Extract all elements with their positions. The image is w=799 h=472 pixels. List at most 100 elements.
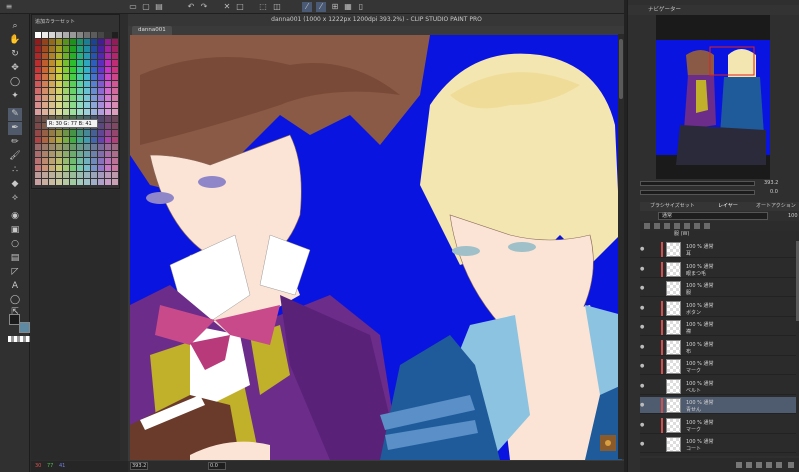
brush-tool-icon[interactable]: 🖌 (8, 150, 22, 163)
color-swatch[interactable] (56, 88, 62, 94)
color-swatch[interactable] (91, 60, 97, 66)
color-swatch[interactable] (56, 165, 62, 171)
erase-icon[interactable]: ✕ (222, 2, 232, 12)
color-swatch[interactable] (84, 60, 90, 66)
lasso-tool-icon[interactable]: ◯ (8, 76, 22, 89)
color-swatch[interactable] (56, 151, 62, 157)
eye-icon[interactable]: ● (640, 246, 646, 252)
color-swatch[interactable] (77, 137, 83, 143)
color-swatch[interactable] (56, 39, 62, 45)
hand-tool-icon[interactable]: ✋ (8, 34, 22, 47)
color-swatch[interactable] (105, 46, 111, 52)
color-swatch[interactable] (35, 109, 41, 115)
layer-row[interactable]: ● 100 % 通常服 (640, 280, 799, 297)
color-swatch[interactable] (63, 32, 69, 38)
color-swatch[interactable] (35, 123, 41, 129)
color-swatch[interactable] (70, 53, 76, 59)
color-swatch[interactable] (105, 130, 111, 136)
color-swatch[interactable] (42, 130, 48, 136)
color-swatch[interactable] (49, 109, 55, 115)
color-swatch[interactable] (91, 130, 97, 136)
color-swatch[interactable] (42, 179, 48, 185)
color-swatch[interactable] (105, 102, 111, 108)
color-swatch[interactable] (84, 81, 90, 87)
color-swatch[interactable] (42, 151, 48, 157)
color-swatch[interactable] (70, 46, 76, 52)
tab-document[interactable]: danna001 (132, 26, 172, 35)
color-swatch[interactable] (112, 144, 118, 150)
navigator-preview[interactable] (656, 15, 770, 179)
color-swatch[interactable] (112, 158, 118, 164)
color-swatch[interactable] (70, 172, 76, 178)
color-swatch[interactable] (56, 53, 62, 59)
color-swatch[interactable] (112, 88, 118, 94)
blend-tool-icon[interactable]: ⟡ (8, 192, 22, 205)
color-swatch[interactable] (91, 81, 97, 87)
color-swatch[interactable] (98, 151, 104, 157)
color-swatch[interactable] (56, 60, 62, 66)
color-swatch[interactable] (35, 165, 41, 171)
color-swatch[interactable] (35, 53, 41, 59)
color-swatch[interactable] (70, 130, 76, 136)
color-swatch[interactable] (56, 67, 62, 73)
color-swatch[interactable] (105, 67, 111, 73)
color-swatch[interactable] (77, 109, 83, 115)
zoom-slider[interactable] (640, 181, 755, 186)
color-swatch[interactable] (105, 179, 111, 185)
color-swatch[interactable] (84, 151, 90, 157)
layer-row[interactable]: ● 100 % 通常 ボタン (640, 300, 799, 317)
color-swatch[interactable] (35, 151, 41, 157)
color-swatch[interactable] (49, 130, 55, 136)
frame-tool-icon[interactable]: ▤ (8, 252, 22, 265)
color-swatch[interactable] (112, 46, 118, 52)
color-swatch[interactable] (70, 158, 76, 164)
color-swatch[interactable] (63, 95, 69, 101)
color-swatch[interactable] (49, 74, 55, 80)
color-swatch[interactable] (42, 60, 48, 66)
color-swatch[interactable] (63, 151, 69, 157)
color-swatch[interactable] (70, 179, 76, 185)
color-swatch[interactable] (98, 179, 104, 185)
color-swatch[interactable] (98, 67, 104, 73)
color-swatch[interactable] (35, 39, 41, 45)
opacity-value[interactable]: 100 (788, 211, 798, 221)
color-swatch[interactable] (84, 39, 90, 45)
clear-icon[interactable]: □ (235, 2, 245, 12)
color-swatch[interactable] (105, 116, 111, 122)
new-icon[interactable]: ▭ (128, 2, 138, 12)
color-swatch[interactable] (98, 116, 104, 122)
color-swatch[interactable] (35, 172, 41, 178)
color-swatch[interactable] (112, 172, 118, 178)
color-swatch[interactable] (49, 53, 55, 59)
color-swatch[interactable] (70, 95, 76, 101)
color-swatch[interactable] (56, 158, 62, 164)
color-swatch[interactable] (112, 109, 118, 115)
color-swatch[interactable] (70, 151, 76, 157)
color-swatch[interactable] (84, 165, 90, 171)
color-swatch[interactable] (84, 53, 90, 59)
color-swatch[interactable] (91, 158, 97, 164)
color-swatch[interactable] (70, 144, 76, 150)
eye-icon[interactable]: ● (640, 324, 646, 330)
tab-auto-action[interactable]: オートアクション (756, 202, 796, 211)
color-swatch[interactable] (105, 144, 111, 150)
color-swatch[interactable] (56, 32, 62, 38)
color-swatch[interactable] (77, 74, 83, 80)
undo-icon[interactable]: ↶ (186, 2, 196, 12)
layer-row[interactable]: ● 100 % 通常 ベルト (640, 378, 799, 395)
redo-icon[interactable]: ↷ (199, 2, 209, 12)
color-swatch[interactable] (63, 39, 69, 45)
mask-icon[interactable] (694, 223, 700, 229)
color-swatch[interactable] (35, 32, 41, 38)
transform-icon[interactable]: ⬚ (258, 2, 268, 12)
color-swatch[interactable] (98, 74, 104, 80)
color-swatch[interactable] (70, 137, 76, 143)
color-swatch[interactable] (70, 81, 76, 87)
color-swatch[interactable] (42, 137, 48, 143)
color-swatch[interactable] (77, 172, 83, 178)
color-swatch[interactable] (42, 95, 48, 101)
color-swatch[interactable] (98, 137, 104, 143)
color-swatch[interactable] (70, 67, 76, 73)
ruler-layer-icon[interactable] (704, 223, 710, 229)
color-swatch[interactable] (91, 46, 97, 52)
